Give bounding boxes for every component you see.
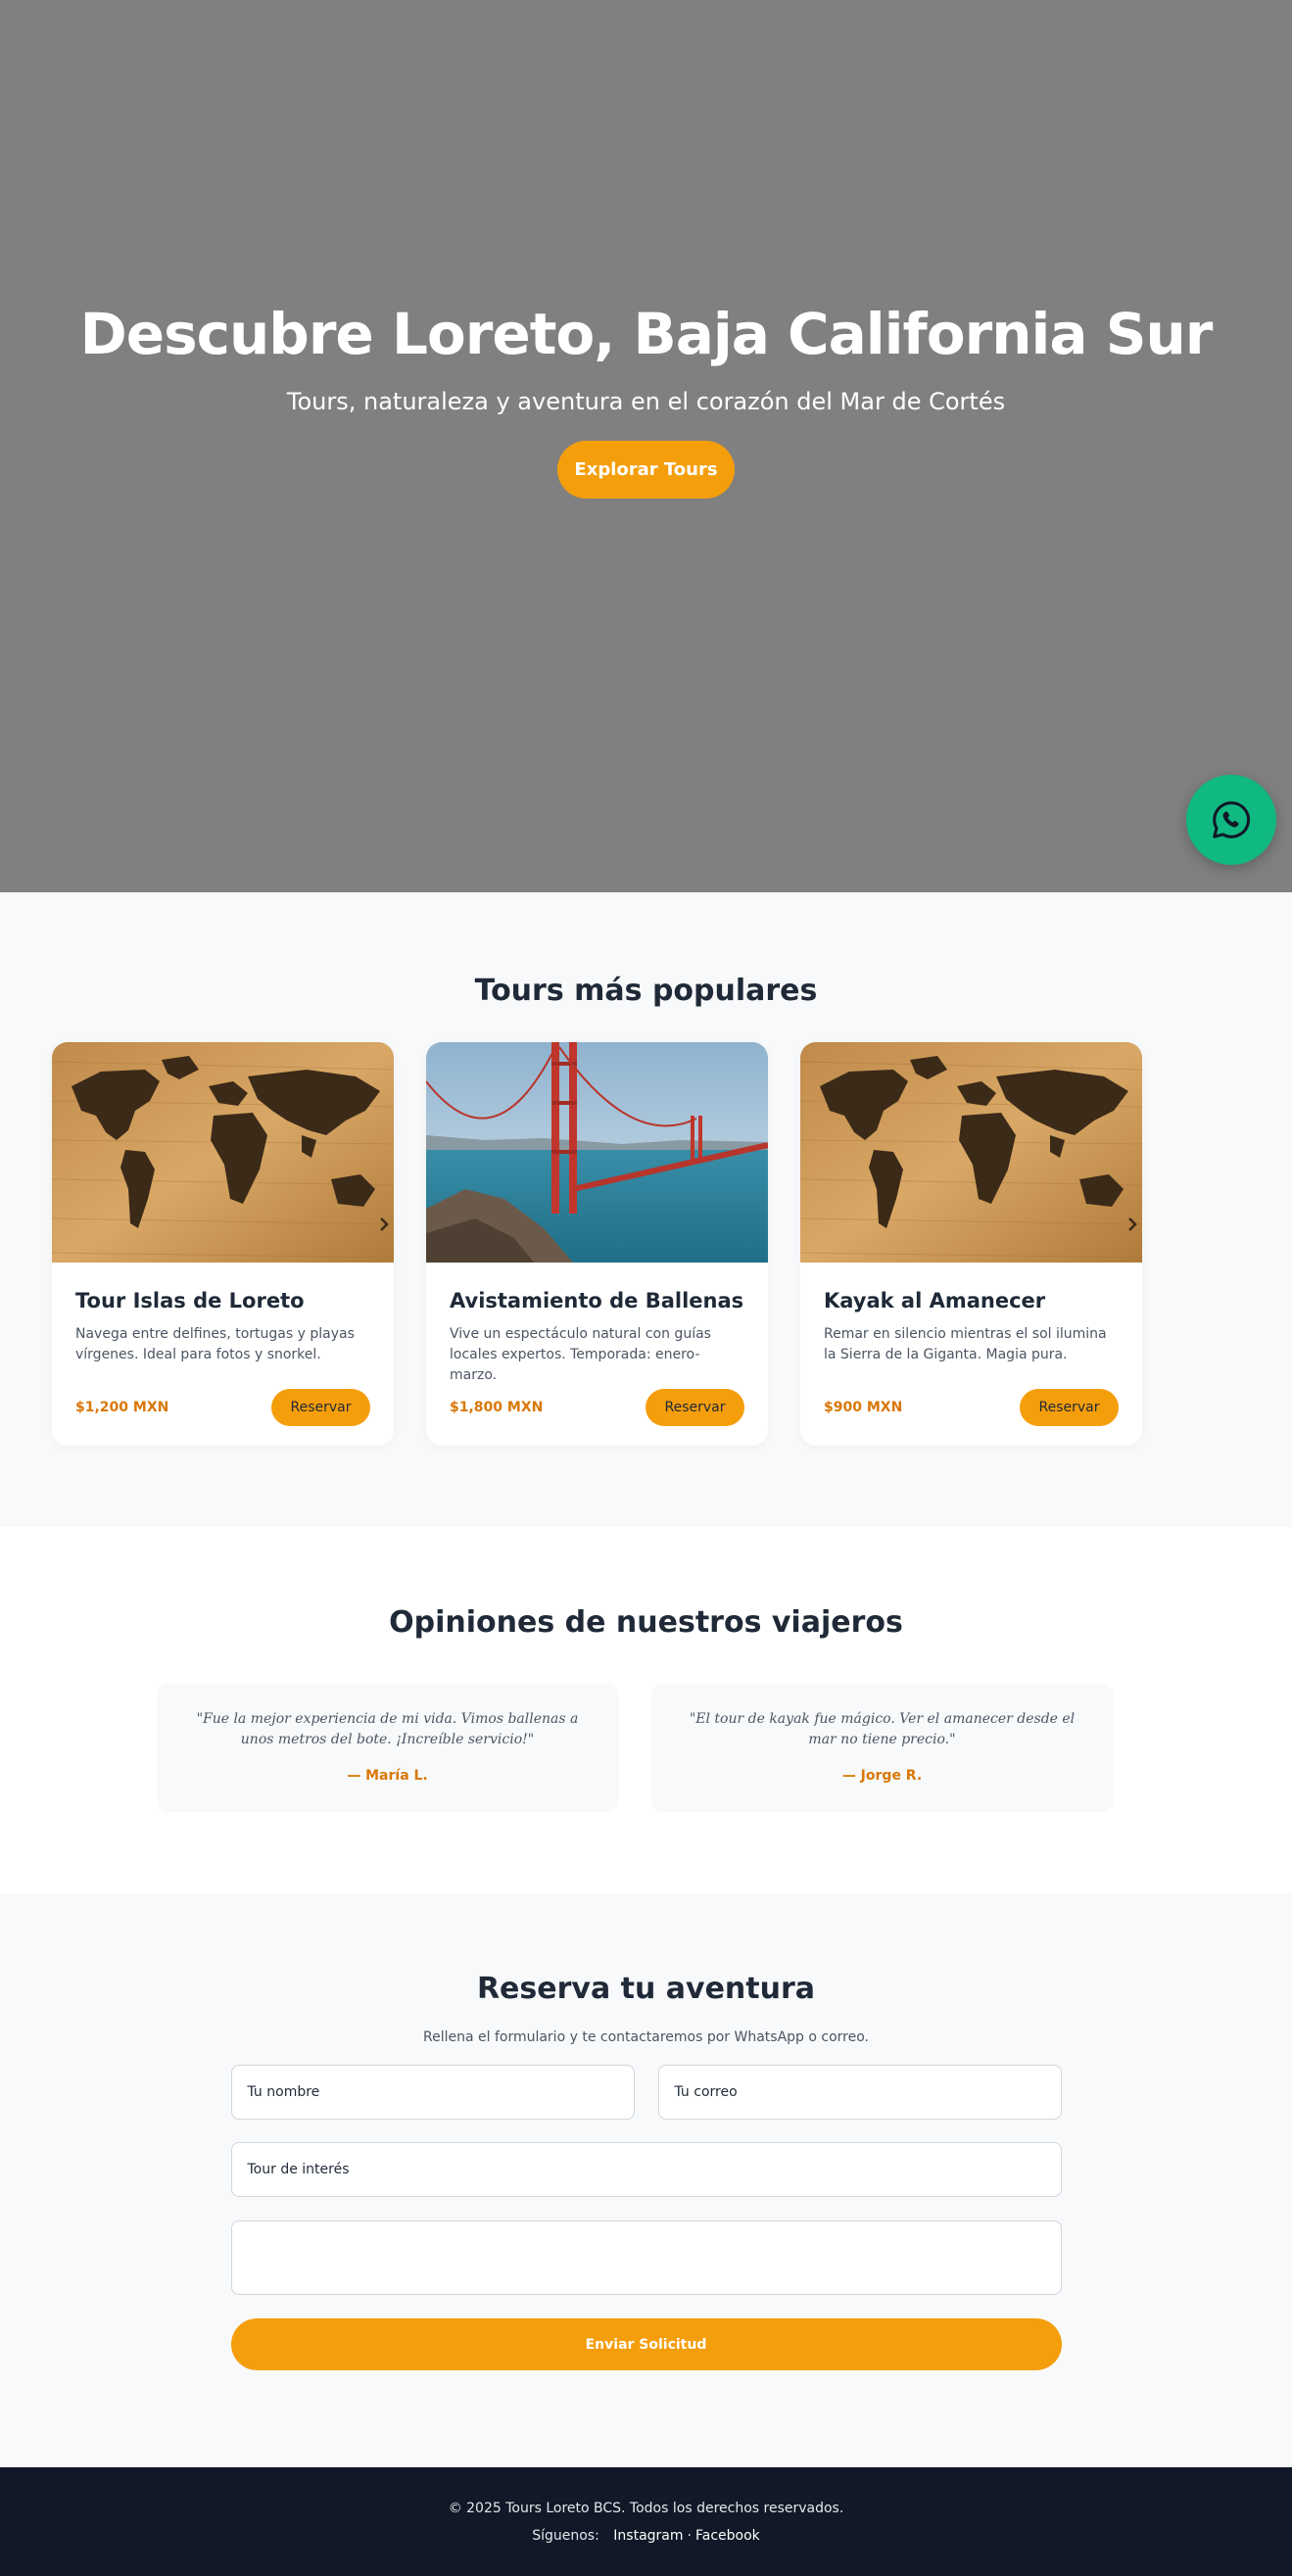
tour-card: Tour Islas de Loreto Navega entre delfin… <box>52 1042 394 1446</box>
tour-title: Tour Islas de Loreto <box>75 1289 305 1312</box>
message-textarea[interactable] <box>230 2220 1062 2295</box>
tour-price: $1,800 MXN <box>450 1400 544 1415</box>
tour-image <box>426 1042 768 1263</box>
hero-title: Descubre Loreto, Baja California Sur <box>79 301 1214 368</box>
whatsapp-icon <box>1213 801 1251 838</box>
booking-form: Tu nombre Tu correo Tour de interés Envi… <box>230 2065 1062 2370</box>
hero-subtitle: Tours, naturaleza y aventura en el coraz… <box>286 387 1006 415</box>
reserve-button[interactable]: Reservar <box>646 1389 744 1426</box>
tour-image <box>800 1042 1142 1263</box>
tour-description: Navega entre delfines, tortugas y playas… <box>75 1326 355 1362</box>
social-links: Síguenos: Instagram · Facebook <box>0 2528 1292 2544</box>
testimonial-author: — María L. <box>347 1768 428 1784</box>
world-map-image <box>52 1042 394 1263</box>
footer-copyright: © 2025 Tours Loreto BCS. Todos los derec… <box>448 2501 844 2516</box>
hero-section: Descubre Loreto, Baja California Sur Tou… <box>0 0 1292 892</box>
world-map-image <box>800 1042 1142 1263</box>
tour-card: Avistamiento de Ballenas Vive un espectá… <box>426 1042 768 1446</box>
booking-section: Reserva tu aventura Rellena el formulari… <box>0 1893 1292 2467</box>
testimonial-quote: "Fue la mejor experiencia de mi vida. Vi… <box>196 1711 579 1747</box>
reserve-button[interactable]: Reservar <box>271 1389 370 1426</box>
name-field[interactable]: Tu nombre <box>230 2065 635 2120</box>
footer: © 2025 Tours Loreto BCS. Todos los derec… <box>0 2467 1292 2576</box>
email-field[interactable]: Tu correo <box>657 2065 1062 2120</box>
testimonial-card: "Fue la mejor experiencia de mi vida. Vi… <box>156 1684 619 1812</box>
tour-card: Kayak al Amanecer Remar en silencio mien… <box>800 1042 1142 1446</box>
testimonial-card: "El tour de kayak fue mágico. Ver el ama… <box>650 1684 1114 1812</box>
explore-tours-button[interactable]: Explorar Tours <box>557 440 735 499</box>
facebook-link[interactable]: Facebook <box>695 2528 760 2544</box>
testimonial-quote: "El tour de kayak fue mágico. Ver el ama… <box>689 1711 1076 1747</box>
follow-label: Síguenos: <box>532 2528 599 2544</box>
booking-lead: Rellena el formulario y te contactaremos… <box>422 2029 870 2045</box>
tour-image <box>52 1042 394 1263</box>
tour-title: Kayak al Amanecer <box>824 1289 1046 1312</box>
tour-cards: Tour Islas de Loreto Navega entre delfin… <box>52 1042 1240 1446</box>
tour-title: Avistamiento de Ballenas <box>450 1289 744 1312</box>
whatsapp-button[interactable] <box>1186 775 1276 865</box>
testimonials-section: Opiniones de nuestros viajeros "Fue la m… <box>0 1527 1292 1893</box>
tours-section: Tours más populares Tour Islas de Loreto… <box>0 892 1292 1527</box>
tours-title: Tours más populares <box>474 974 818 1008</box>
golden-gate-bridge-image <box>426 1042 768 1263</box>
tour-description: Vive un espectáculo natural con guías lo… <box>450 1326 711 1383</box>
tour-interest-field[interactable]: Tour de interés <box>230 2142 1062 2197</box>
tour-price: $1,200 MXN <box>75 1400 169 1415</box>
reserve-button[interactable]: Reservar <box>1020 1389 1119 1426</box>
link-separator: · <box>687 2528 692 2544</box>
testimonials-title: Opiniones de nuestros viajeros <box>389 1605 903 1640</box>
testimonial-author: — Jorge R. <box>841 1768 923 1784</box>
booking-title: Reserva tu aventura <box>476 1972 816 2006</box>
tour-description: Remar en silencio mientras el sol ilumin… <box>824 1326 1107 1362</box>
send-request-button[interactable]: Enviar Solicitud <box>230 2318 1062 2370</box>
instagram-link[interactable]: Instagram <box>613 2528 683 2544</box>
tour-price: $900 MXN <box>824 1400 903 1415</box>
